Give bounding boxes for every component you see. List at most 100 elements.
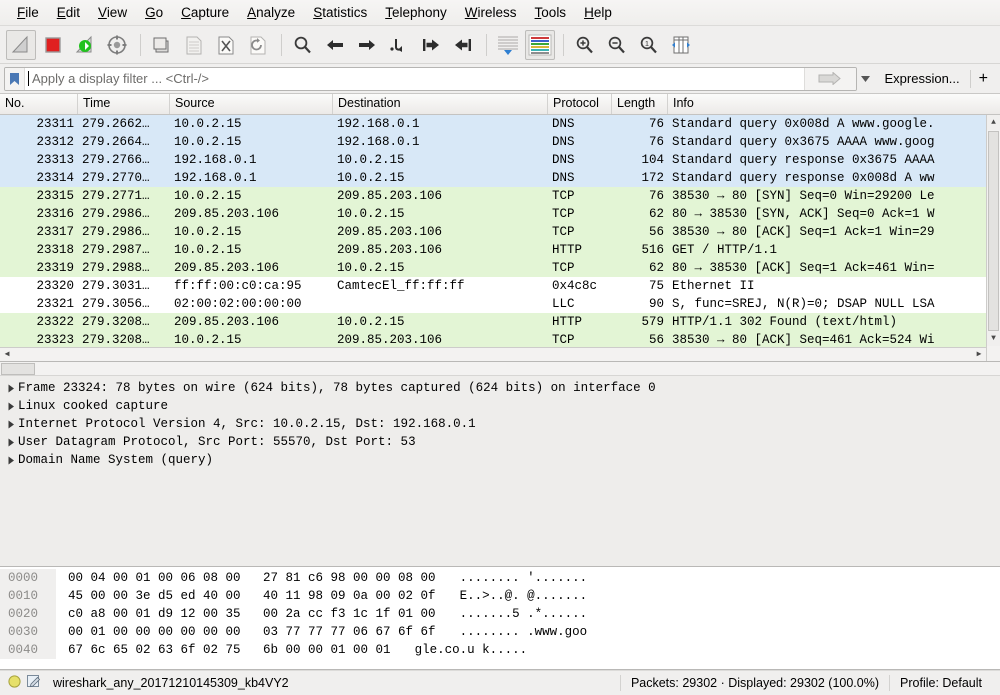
expand-triangle-icon[interactable] [4, 415, 18, 433]
table-row[interactable]: 23317 279.2986… 10.0.2.15 209.85.203.106 TCP… [0, 223, 986, 241]
chevron-down-icon[interactable] [857, 75, 875, 82]
add-filter-button[interactable]: + [971, 70, 996, 88]
scroll-up-icon[interactable]: ▲ [987, 115, 1000, 130]
column-header-source[interactable]: Source [170, 94, 333, 114]
detail-tree-item[interactable]: Internet Protocol Version 4, Src: 10.0.2… [0, 415, 1000, 433]
scrollbar-thumb[interactable] [988, 131, 999, 331]
table-row[interactable]: 23316 279.2986… 209.85.203.106 10.0.2.15 TCP… [0, 205, 986, 223]
go-first-packet-icon[interactable] [416, 30, 446, 60]
cell-destination: 10.0.2.15 [337, 153, 405, 167]
go-forward-icon[interactable] [352, 30, 382, 60]
cell-no: 23323 [36, 333, 74, 347]
svg-text:1: 1 [645, 39, 649, 48]
menu-item-telephony[interactable]: Telephony [376, 2, 456, 23]
hex-dump-row[interactable]: 0020 c0 a8 00 01 d9 12 00 35 00 2a cc f3 … [0, 605, 1000, 623]
menu-item-analyze[interactable]: Analyze [238, 2, 304, 23]
capture-options-icon[interactable] [102, 30, 132, 60]
capture-comment-icon[interactable] [27, 675, 41, 691]
start-capture-icon[interactable] [6, 29, 36, 60]
go-back-icon[interactable] [320, 30, 350, 60]
table-row[interactable]: 23312 279.2664… 10.0.2.15 192.168.0.1 DNS 76 S… [0, 133, 986, 151]
menu-item-capture[interactable]: Capture [172, 2, 238, 23]
cell-source: 192.168.0.1 [174, 171, 257, 185]
zoom-out-icon[interactable] [602, 30, 632, 60]
menu-item-go[interactable]: Go [136, 2, 172, 23]
packet-details-pane[interactable]: Frame 23324: 78 bytes on wire (624 bits)… [0, 362, 1000, 567]
wireshark-window: File Edit View Go Capture Analyze Statistics Te… [0, 0, 1000, 695]
table-row[interactable]: 23318 279.2987… 10.0.2.15 209.85.203.106 HTT… [0, 241, 986, 259]
apply-filter-arrow-icon[interactable] [803, 67, 856, 90]
go-to-packet-icon[interactable] [384, 30, 414, 60]
display-filter-placeholder[interactable]: Apply a display filter ... <Ctrl-/> [29, 71, 804, 86]
scrollbar-thumb[interactable] [1, 362, 35, 375]
menu-item-help[interactable]: Help [575, 2, 621, 23]
hex-dump-row[interactable]: 0000 00 04 00 01 00 06 08 00 27 81 c6 98 … [0, 569, 1000, 587]
close-file-icon[interactable] [211, 30, 241, 60]
scroll-down-icon[interactable]: ▼ [987, 331, 1000, 346]
packet-list-pane[interactable]: No. Time Source Destination Protocol Length In… [0, 94, 1000, 362]
table-row[interactable]: 23320 279.3031… ff:ff:00:c0:ca:95 CamtecEl_… [0, 277, 986, 295]
save-file-icon[interactable] [179, 30, 209, 60]
column-header-no[interactable]: No. [0, 94, 78, 114]
bookmark-icon[interactable] [5, 67, 25, 90]
packet-list-rows[interactable]: 23311 279.2662… 10.0.2.15 192.168.0.1 DNS 76 S… [0, 115, 986, 347]
find-packet-icon[interactable] [288, 30, 318, 60]
detail-tree-item[interactable]: Domain Name System (query) [0, 451, 1000, 469]
menu-item-file[interactable]: File [8, 2, 48, 23]
expand-triangle-icon[interactable] [4, 433, 18, 451]
packet-details-horizontal-scrollbar[interactable] [0, 362, 1000, 376]
packet-list-horizontal-scrollbar[interactable]: ◀ ▶ [0, 347, 986, 361]
table-row[interactable]: 23321 279.3056… 02:00:02:00:00:00 LLC 90 S, f… [0, 295, 986, 313]
table-row[interactable]: 23311 279.2662… 10.0.2.15 192.168.0.1 DNS 76 S… [0, 115, 986, 133]
resize-columns-icon[interactable] [666, 30, 696, 60]
table-row[interactable]: 23319 279.2988… 209.85.203.106 10.0.2.15 TCP… [0, 259, 986, 277]
expression-button[interactable]: Expression... [875, 71, 970, 86]
table-row[interactable]: 23323 279.3208… 10.0.2.15 209.85.203.106 TCP… [0, 331, 986, 347]
packet-list-vertical-scrollbar[interactable]: ▲ ▼ [986, 115, 1000, 361]
scroll-left-icon[interactable]: ◀ [0, 348, 14, 361]
menu-item-edit[interactable]: Edit [48, 2, 89, 23]
stop-capture-icon[interactable] [38, 30, 68, 60]
go-last-packet-icon[interactable] [448, 30, 478, 60]
expand-triangle-icon[interactable] [4, 379, 18, 397]
cell-source: 02:00:02:00:00:00 [174, 297, 302, 311]
menu-bar: File Edit View Go Capture Analyze Statistics Te… [0, 0, 1000, 26]
menu-item-statistics[interactable]: Statistics [304, 2, 376, 23]
colorize-icon[interactable] [525, 29, 555, 60]
menu-item-wireless[interactable]: Wireless [456, 2, 526, 23]
hex-dump-row[interactable]: 0010 45 00 00 3e d5 ed 40 00 40 11 98 09 … [0, 587, 1000, 605]
zoom-reset-icon[interactable]: 1 [634, 30, 664, 60]
cell-destination: 209.85.203.106 [337, 189, 443, 203]
open-file-icon[interactable] [147, 30, 177, 60]
expert-info-yellow-icon[interactable] [8, 675, 21, 691]
column-header-time[interactable]: Time [78, 94, 170, 114]
packet-details-tree[interactable]: Frame 23324: 78 bytes on wire (624 bits)… [0, 376, 1000, 469]
reload-file-icon[interactable] [243, 30, 273, 60]
restart-capture-icon[interactable] [70, 30, 100, 60]
menu-item-tools[interactable]: Tools [526, 2, 576, 23]
table-row[interactable]: 23315 279.2771… 10.0.2.15 209.85.203.106 TCP… [0, 187, 986, 205]
table-row[interactable]: 23322 279.3208… 209.85.203.106 10.0.2.15 HTT… [0, 313, 986, 331]
hex-dump-row[interactable]: 0040 67 6c 65 02 63 6f 02 75 6b 00 00 01 … [0, 641, 1000, 659]
profile-label[interactable]: Profile: Default [890, 676, 992, 690]
detail-tree-item[interactable]: User Datagram Protocol, Src Port: 55570,… [0, 433, 1000, 451]
table-row[interactable]: 23314 279.2770… 192.168.0.1 10.0.2.15 DNS 172… [0, 169, 986, 187]
column-header-destination[interactable]: Destination [333, 94, 548, 114]
display-filter-input[interactable]: Apply a display filter ... <Ctrl-/> [4, 66, 857, 91]
zoom-in-icon[interactable] [570, 30, 600, 60]
detail-tree-item[interactable]: Linux cooked capture [0, 397, 1000, 415]
column-header-info[interactable]: Info [668, 94, 1000, 114]
hex-dump-row[interactable]: 0030 00 01 00 00 00 00 00 00 03 77 77 77 … [0, 623, 1000, 641]
table-row[interactable]: 23313 279.2766… 192.168.0.1 10.0.2.15 DNS 104… [0, 151, 986, 169]
packet-list-header: No. Time Source Destination Protocol Length In… [0, 94, 1000, 115]
column-header-length[interactable]: Length [612, 94, 668, 114]
cell-length: 104 [641, 153, 664, 167]
menu-item-view[interactable]: View [89, 2, 136, 23]
auto-scroll-icon[interactable] [493, 30, 523, 60]
detail-tree-item[interactable]: Frame 23324: 78 bytes on wire (624 bits)… [0, 379, 1000, 397]
scroll-right-icon[interactable]: ▶ [972, 348, 986, 361]
packet-bytes-pane[interactable]: 0000 00 04 00 01 00 06 08 00 27 81 c6 98 … [0, 567, 1000, 670]
expand-triangle-icon[interactable] [4, 451, 18, 469]
column-header-protocol[interactable]: Protocol [548, 94, 612, 114]
expand-triangle-icon[interactable] [4, 397, 18, 415]
